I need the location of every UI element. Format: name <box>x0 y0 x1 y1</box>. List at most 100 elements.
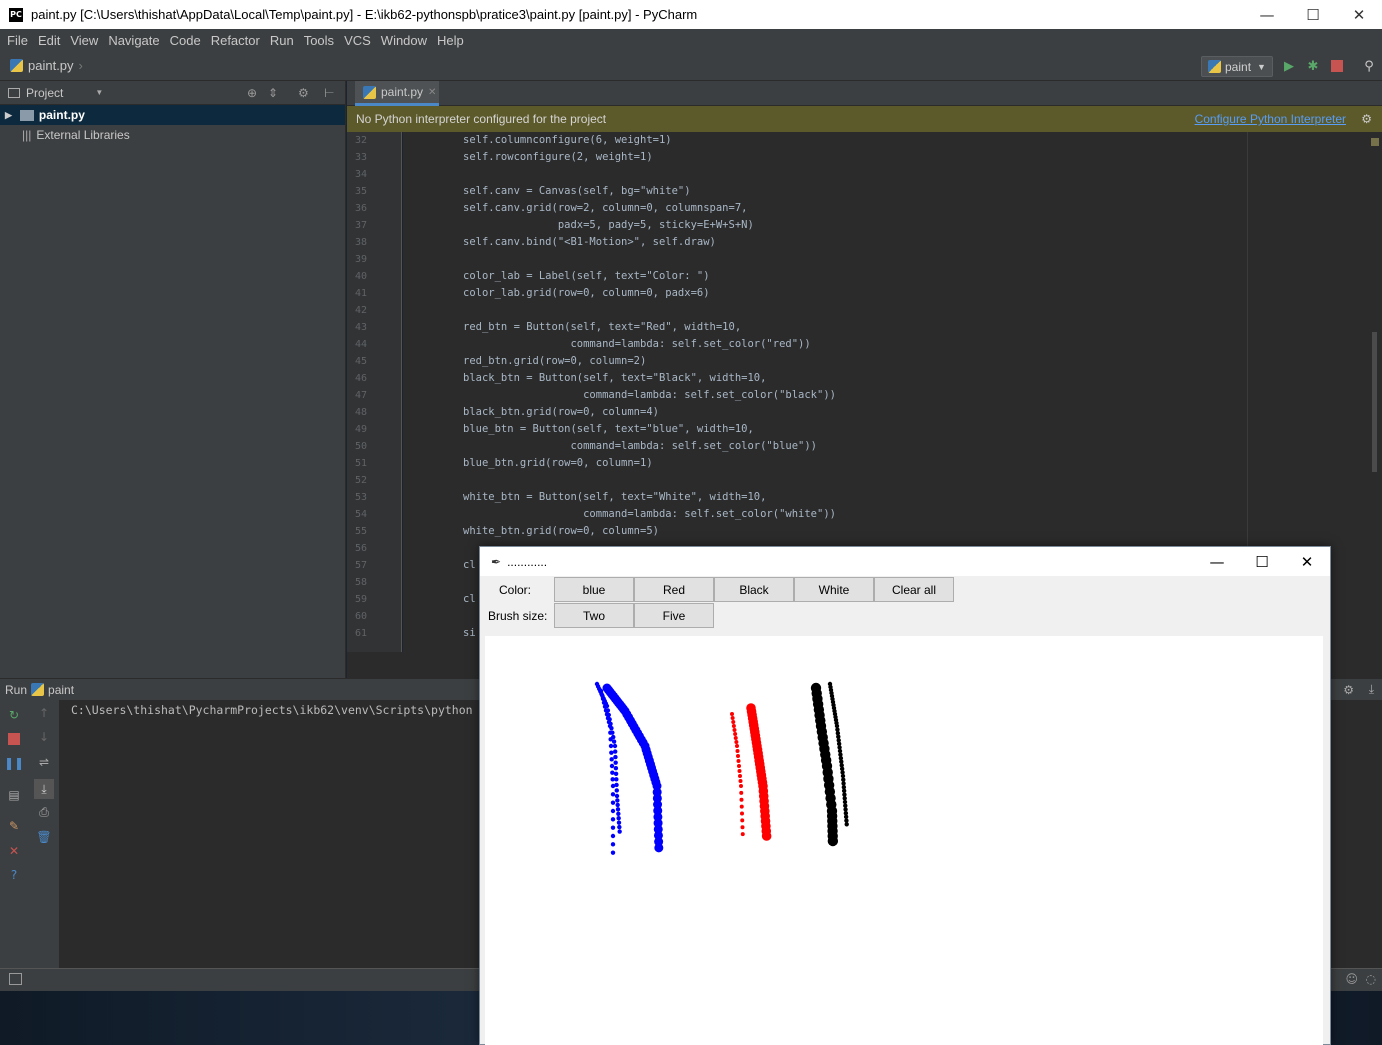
library-icon: ||| <box>22 128 32 142</box>
menu-help[interactable]: Help <box>432 33 469 48</box>
pause-icon[interactable]: ❚❚ <box>4 755 24 771</box>
blue-thin-stroke <box>617 829 622 834</box>
arrow-up-icon[interactable]: ↑ <box>36 705 52 721</box>
inspector-icon[interactable]: ☺ <box>1345 972 1358 986</box>
collapse-icon[interactable]: ⇕ <box>268 86 278 100</box>
rerun-icon[interactable]: ↻ <box>6 707 22 723</box>
trash-icon[interactable]: 🗑 <box>36 829 52 845</box>
blue-thin-stroke <box>610 783 616 789</box>
configure-interpreter-link[interactable]: Configure Python Interpreter <box>1195 112 1346 126</box>
blue-thin-stroke <box>610 800 616 805</box>
run-config-name[interactable]: paint <box>48 683 74 697</box>
blue-thin-stroke <box>599 692 605 698</box>
minimize-button[interactable]: — <box>1244 0 1290 29</box>
blue-button[interactable]: blue <box>554 577 634 602</box>
minimize-button[interactable]: — <box>1194 547 1240 576</box>
tab-paint-py[interactable]: paint.py ✕ <box>355 81 439 106</box>
stop-icon[interactable] <box>1329 58 1345 74</box>
scroll-thumb[interactable] <box>1372 332 1377 472</box>
tree-item-paint-py[interactable]: ▶ paint.py <box>0 105 345 125</box>
gear-icon[interactable]: ⚙ <box>298 86 309 100</box>
paint-window-title: ............ <box>507 554 548 569</box>
clear-all-button[interactable]: Clear all <box>874 577 954 602</box>
project-view-select[interactable]: Project <box>26 86 63 100</box>
pin-icon[interactable]: ✎ <box>6 818 22 834</box>
locate-icon[interactable]: ⊕ <box>247 86 257 100</box>
folder-icon <box>8 87 20 98</box>
brush-five-button[interactable]: Five <box>634 603 714 628</box>
close-icon[interactable]: ✕ <box>6 843 22 859</box>
menu-run[interactable]: Run <box>265 33 299 48</box>
brush-two-button[interactable]: Two <box>554 603 634 628</box>
close-tab-icon[interactable]: ✕ <box>428 87 436 98</box>
drawing-canvas[interactable] <box>485 636 1323 1045</box>
blue-thin-stroke <box>610 792 616 797</box>
line-number: 46 <box>355 373 368 384</box>
menu-refactor[interactable]: Refactor <box>206 33 265 48</box>
scroll-to-end-icon[interactable]: ⤓ <box>34 779 54 799</box>
red-thin-stroke <box>739 804 744 809</box>
chevron-down-icon: ▼ <box>1257 61 1266 72</box>
layout-icon[interactable]: ▤ <box>6 787 22 803</box>
hide-panel-icon[interactable]: ⊢ <box>324 86 334 100</box>
expand-arrow-icon[interactable]: ▶ <box>5 110 12 121</box>
black-thin-stroke <box>844 822 849 827</box>
print-icon[interactable]: ⎙ <box>36 804 52 820</box>
breadcrumb[interactable]: paint.py › <box>10 58 83 73</box>
menu-vcs[interactable]: VCS <box>339 33 376 48</box>
arrow-down-icon[interactable]: ↓ <box>36 729 52 745</box>
event-log-icon[interactable]: ◌ <box>1366 972 1376 986</box>
run-configuration-select[interactable]: paint ▼ <box>1201 56 1273 77</box>
close-button[interactable]: ✕ <box>1336 0 1382 29</box>
python-run-config-icon <box>1208 60 1221 73</box>
menu-view[interactable]: View <box>65 33 103 48</box>
gear-icon[interactable]: ⚙ <box>1343 683 1354 697</box>
blue-thin-stroke <box>609 750 614 755</box>
close-button[interactable]: ✕ <box>1284 547 1330 576</box>
code-line: self.canv.grid(row=2, column=0, columnsp… <box>463 202 748 214</box>
line-number: 56 <box>355 543 368 554</box>
chevron-down-icon[interactable]: ▼ <box>95 88 103 97</box>
blue-thin-stroke <box>610 850 616 855</box>
editor-scrollbar[interactable] <box>1368 132 1382 652</box>
menu-window[interactable]: Window <box>376 33 432 48</box>
red-button[interactable]: Red <box>634 577 714 602</box>
search-icon[interactable]: ⚲ <box>1361 58 1377 74</box>
menu-file[interactable]: File <box>2 33 33 48</box>
line-number: 36 <box>355 203 368 214</box>
red-thin-stroke <box>738 774 742 778</box>
blue-thin-stroke <box>610 825 616 830</box>
menu-navigate[interactable]: Navigate <box>103 33 164 48</box>
red-thin-stroke <box>733 732 738 736</box>
maximize-button[interactable]: ☐ <box>1239 547 1285 576</box>
blue-thin-stroke <box>605 716 611 721</box>
tool-windows-icon[interactable] <box>9 973 22 985</box>
line-number: 43 <box>355 322 368 333</box>
stop-icon[interactable] <box>6 731 22 747</box>
play-icon[interactable]: ▶ <box>1281 58 1297 74</box>
chevron-right-icon: › <box>78 58 83 73</box>
menu-edit[interactable]: Edit <box>33 33 65 48</box>
blue-thin-stroke <box>615 798 620 803</box>
soft-wrap-icon[interactable]: ⇌ <box>36 754 52 770</box>
red-thin-stroke <box>739 790 744 795</box>
menu-code[interactable]: Code <box>165 33 206 48</box>
line-number: 39 <box>355 254 368 265</box>
red-thin-stroke <box>737 769 742 773</box>
blue-thin-stroke <box>612 743 618 749</box>
help-icon[interactable]: ? <box>6 867 22 883</box>
line-number: 51 <box>355 458 368 469</box>
white-button[interactable]: White <box>794 577 874 602</box>
line-number: 35 <box>355 186 368 197</box>
maximize-button[interactable]: ☐ <box>1290 0 1336 29</box>
red-thin-stroke <box>740 825 745 830</box>
menu-tools[interactable]: Tools <box>299 33 339 48</box>
line-number: 42 <box>355 305 368 316</box>
black-button[interactable]: Black <box>714 577 794 602</box>
hide-panel-icon[interactable]: ⤓ <box>1369 682 1374 697</box>
code-line: self.columnconfigure(6, weight=1) <box>463 134 672 146</box>
gear-icon[interactable]: ⚙ <box>1361 112 1372 126</box>
bug-icon[interactable]: ✱ <box>1305 58 1321 74</box>
tree-item-external-libraries[interactable]: ||| External Libraries <box>0 125 345 145</box>
